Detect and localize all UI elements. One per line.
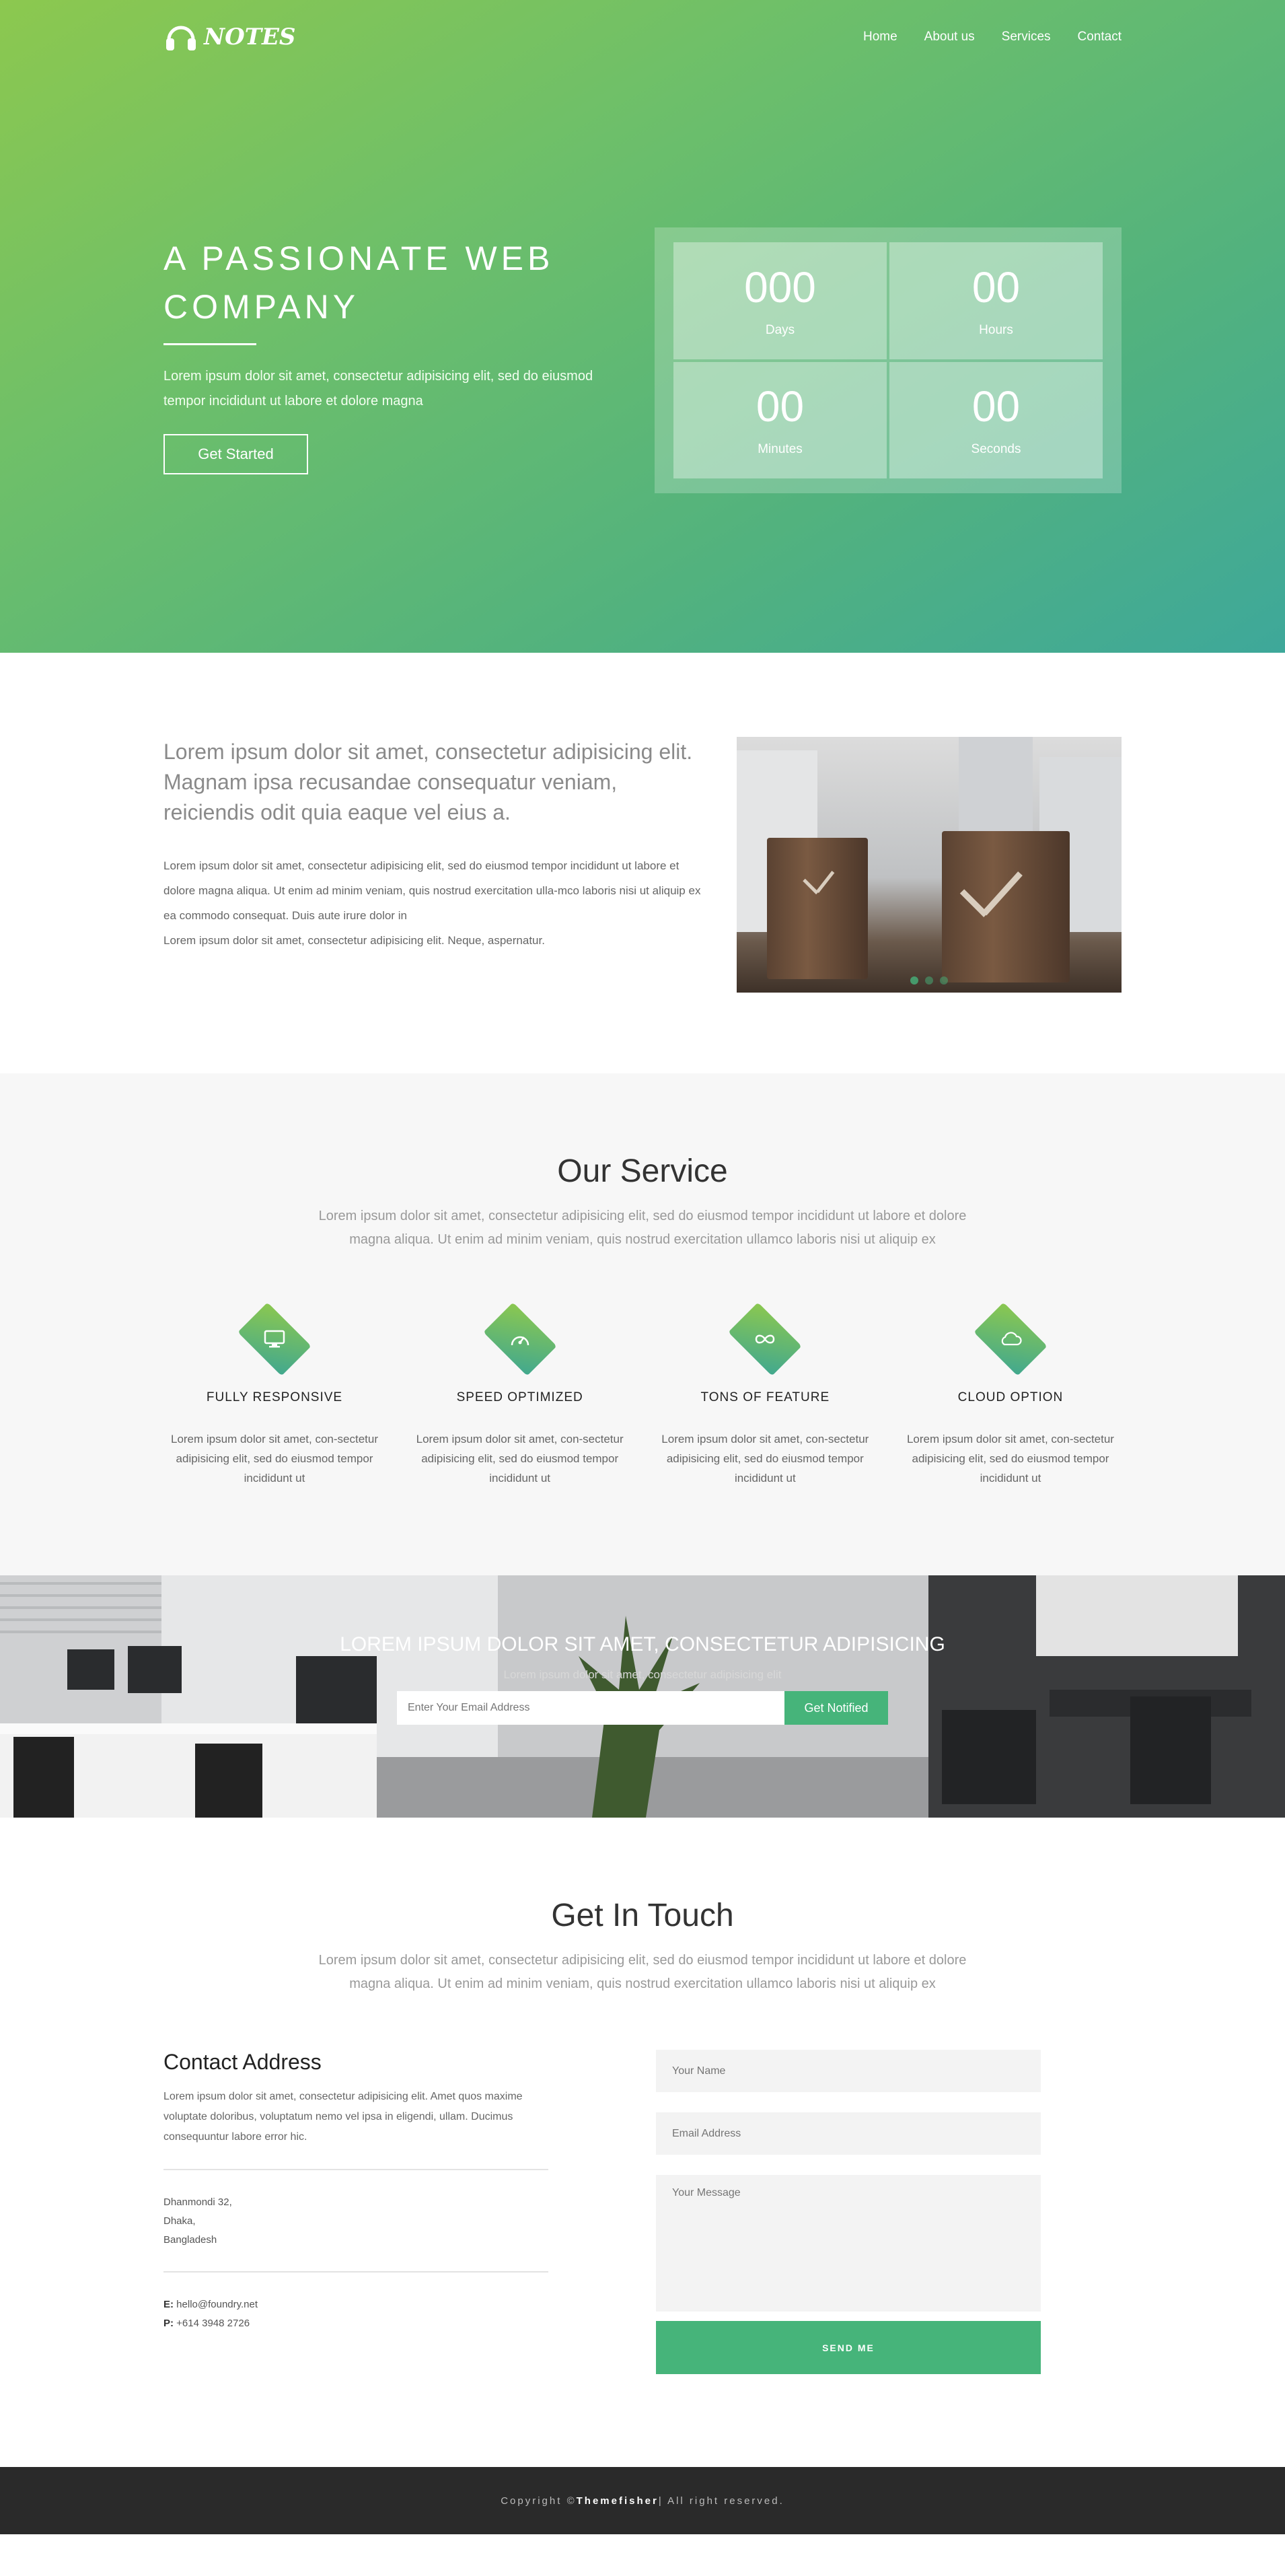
monitor-icon bbox=[231, 1305, 318, 1373]
newsletter-content: LOREM IPSUM DOLOR SIT AMET, CONSECTETUR … bbox=[0, 1633, 1285, 1725]
nav-about[interactable]: About us bbox=[924, 30, 975, 44]
wooden-clock-left bbox=[767, 838, 868, 979]
divider bbox=[163, 2271, 548, 2273]
contact-description: Lorem ipsum dolor sit amet, consectetur … bbox=[163, 2091, 523, 2143]
footer: Copyright © Themefisher | All right reser… bbox=[0, 2467, 1285, 2534]
countdown-hours: 00 Hours bbox=[889, 242, 1103, 359]
service-badge bbox=[967, 1302, 1054, 1376]
main-menu: Home About us Services Contact bbox=[863, 30, 1122, 44]
email-link[interactable]: hello@foundry.net bbox=[176, 2299, 258, 2310]
countdown-value: 00 bbox=[756, 382, 805, 431]
service-badge bbox=[721, 1302, 809, 1376]
address-line: Dhanmondi 32, bbox=[163, 2196, 232, 2208]
countdown-minutes: 00 Minutes bbox=[673, 361, 887, 478]
newsletter-section: LOREM IPSUM DOLOR SIT AMET, CONSECTETUR … bbox=[0, 1575, 1285, 1818]
countdown-label: Days bbox=[765, 322, 795, 337]
message-field[interactable] bbox=[656, 2175, 1041, 2312]
countdown-value: 00 bbox=[971, 382, 1021, 431]
service-item-title: FULLY RESPONSIVE bbox=[206, 1390, 343, 1404]
countdown-label: Seconds bbox=[971, 442, 1021, 457]
about-text-paragraph: Lorem ipsum dolor sit amet, consectetur … bbox=[163, 859, 701, 922]
divider bbox=[163, 2169, 548, 2170]
phone-line: P: +614 3948 2726 bbox=[163, 2314, 548, 2333]
service-title: Our Service bbox=[557, 1153, 728, 1189]
headphones-logo-icon bbox=[166, 26, 196, 50]
get-notified-button[interactable]: Get Notified bbox=[784, 1691, 888, 1725]
countdown-label: Minutes bbox=[758, 442, 803, 457]
service-item-text: Lorem ipsum dolor sit amet, con-sectetur… bbox=[661, 1433, 869, 1484]
slider-dot[interactable] bbox=[940, 976, 948, 985]
service-item-text: Lorem ipsum dolor sit amet, con-sectetur… bbox=[170, 1433, 378, 1484]
service-item: CLOUD OPTION Lorem ipsum dolor sit amet,… bbox=[900, 1302, 1122, 1488]
newsletter-title: LOREM IPSUM DOLOR SIT AMET, CONSECTETUR … bbox=[340, 1633, 945, 1655]
email-subscribe-input[interactable] bbox=[397, 1691, 784, 1725]
copyright-brand-link[interactable]: Themefisher bbox=[577, 2495, 659, 2507]
get-started-button[interactable]: Get Started bbox=[163, 434, 308, 474]
email-field[interactable] bbox=[656, 2112, 1041, 2155]
speedometer-icon bbox=[476, 1305, 564, 1373]
email-line: E: hello@foundry.net bbox=[163, 2295, 548, 2314]
service-item-text: Lorem ipsum dolor sit amet, con-sectetur… bbox=[906, 1433, 1114, 1484]
nav-home[interactable]: Home bbox=[863, 30, 897, 44]
infinity-icon bbox=[721, 1305, 809, 1373]
service-item-text: Lorem ipsum dolor sit amet, con-sectetur… bbox=[416, 1433, 624, 1484]
newsletter-subtitle: Lorem ipsum dolor sit amet, consectetur … bbox=[503, 1668, 782, 1681]
about-text-paragraph: Lorem ipsum dolor sit amet, consectetur … bbox=[163, 934, 545, 947]
copyright-prefix: Copyright © bbox=[501, 2495, 577, 2507]
hero-divider bbox=[163, 343, 256, 345]
service-item-title: TONS OF FEATURE bbox=[700, 1390, 830, 1404]
hero-text: Lorem ipsum dolor sit amet, consectetur … bbox=[163, 369, 593, 408]
image-slider[interactable] bbox=[737, 737, 1122, 993]
contact-address-heading: Contact Address bbox=[163, 2050, 322, 2074]
contact-form: SEND ME bbox=[656, 2050, 1041, 2374]
service-badge bbox=[231, 1302, 318, 1376]
phone-number[interactable]: +614 3948 2726 bbox=[176, 2318, 250, 2329]
service-item: FULLY RESPONSIVE Lorem ipsum dolor sit a… bbox=[163, 1302, 386, 1488]
brand-logo[interactable]: NOTES bbox=[163, 20, 295, 55]
service-item-title: SPEED OPTIMIZED bbox=[456, 1390, 583, 1404]
top-nav: NOTES Home About us Services Contact bbox=[163, 0, 1122, 74]
email-label: E: bbox=[163, 2299, 174, 2310]
phone-label: P: bbox=[163, 2318, 174, 2329]
nav-contact[interactable]: Contact bbox=[1078, 30, 1122, 44]
countdown-timer: 000 Days 00 Hours 00 Minutes 00 Seconds bbox=[655, 227, 1122, 493]
service-item: SPEED OPTIMIZED Lorem ipsum dolor sit am… bbox=[409, 1302, 631, 1488]
contact-title: Get In Touch bbox=[551, 1898, 734, 1933]
service-badge bbox=[476, 1302, 564, 1376]
wooden-clock-right bbox=[942, 831, 1070, 982]
countdown-seconds: 00 Seconds bbox=[889, 361, 1103, 478]
slider-dots bbox=[910, 976, 948, 985]
cloud-icon bbox=[967, 1305, 1054, 1373]
name-field[interactable] bbox=[656, 2050, 1041, 2092]
contact-info: E: hello@foundry.net P: +614 3948 2726 bbox=[163, 2295, 548, 2333]
nav-services[interactable]: Services bbox=[1002, 30, 1051, 44]
hero-title: A PASSIONATE WEB COMPANY bbox=[163, 240, 554, 326]
about-section: Lorem ipsum dolor sit amet, consectetur … bbox=[0, 653, 1285, 1073]
about-lead: Lorem ipsum dolor sit amet, consectetur … bbox=[163, 740, 693, 824]
slider-dot[interactable] bbox=[925, 976, 933, 985]
countdown-label: Hours bbox=[979, 322, 1013, 337]
postal-address: Dhanmondi 32, Dhaka, Bangladesh bbox=[163, 2193, 548, 2250]
brand-name: NOTES bbox=[204, 24, 296, 50]
contact-subtitle: Lorem ipsum dolor sit amet, consectetur … bbox=[318, 1953, 967, 1991]
address-line: Bangladesh bbox=[163, 2234, 217, 2246]
service-subtitle: Lorem ipsum dolor sit amet, consectetur … bbox=[318, 1209, 967, 1247]
send-button[interactable]: SEND ME bbox=[656, 2321, 1041, 2374]
address-line: Dhaka, bbox=[163, 2215, 196, 2227]
service-section: Our Service Lorem ipsum dolor sit amet, … bbox=[0, 1073, 1285, 1575]
service-item: TONS OF FEATURE Lorem ipsum dolor sit am… bbox=[654, 1302, 876, 1488]
newsletter-form: Get Notified bbox=[0, 1691, 1285, 1725]
hero-section: NOTES Home About us Services Contact A P… bbox=[0, 0, 1285, 653]
countdown-days: 000 Days bbox=[673, 242, 887, 359]
countdown-value: 00 bbox=[971, 262, 1021, 312]
service-item-title: CLOUD OPTION bbox=[957, 1390, 1064, 1404]
countdown-value: 000 bbox=[744, 262, 816, 312]
copyright-suffix: | All right reserved. bbox=[658, 2495, 784, 2507]
contact-section: Get In Touch Lorem ipsum dolor sit amet,… bbox=[0, 1818, 1285, 2467]
about-text: Lorem ipsum dolor sit amet, consectetur … bbox=[163, 853, 712, 953]
slider-dot[interactable] bbox=[910, 976, 918, 985]
